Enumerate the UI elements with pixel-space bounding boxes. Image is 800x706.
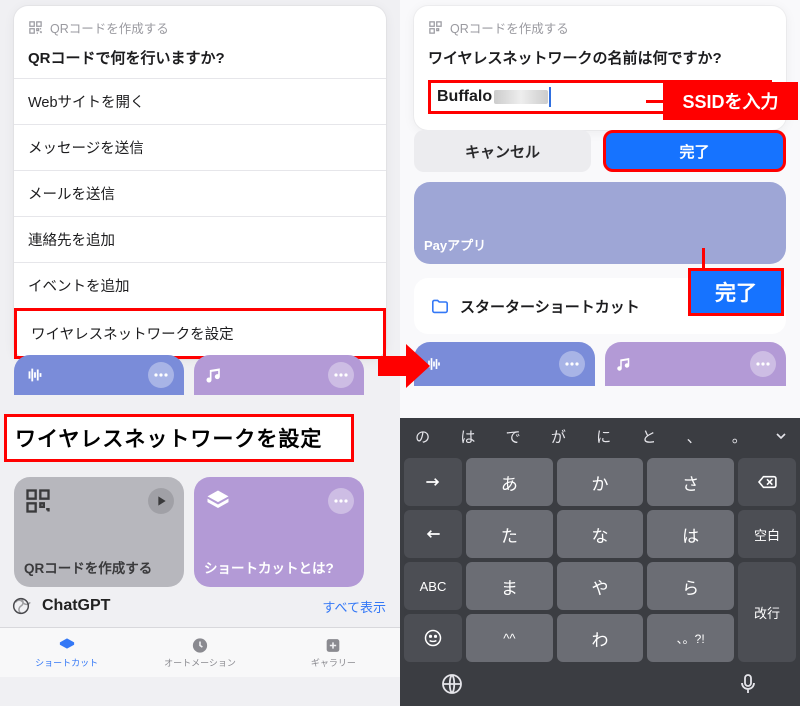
kbd-sug[interactable]: と — [626, 418, 671, 454]
dialog-title: ワイヤレスネットワークの名前は何ですか? — [428, 47, 772, 68]
shortcuts-icon — [56, 636, 78, 655]
qr-icon — [24, 487, 52, 515]
callout-connector — [702, 248, 705, 270]
obscured-text — [494, 90, 548, 104]
key-backspace[interactable] — [738, 458, 796, 506]
key[interactable]: た — [466, 510, 553, 558]
text-cursor — [549, 87, 551, 107]
key-abc[interactable]: ABC — [404, 562, 462, 610]
key[interactable]: な — [557, 510, 644, 558]
key[interactable]: あ — [466, 458, 553, 506]
see-all-link[interactable]: すべて表示 — [322, 597, 386, 616]
key[interactable]: ら — [647, 562, 734, 610]
key[interactable]: ^^ — [466, 614, 553, 662]
action-list: Webサイトを開く メッセージを送信 メールを送信 連絡先を追加 イベントを追加… — [14, 78, 386, 359]
mic-icon[interactable] — [736, 672, 760, 696]
arrow-icon — [374, 336, 434, 396]
section-label: ChatGPT — [42, 597, 312, 615]
key[interactable]: ま — [466, 562, 553, 610]
key[interactable]: か — [557, 458, 644, 506]
kbd-sug[interactable]: 。 — [717, 418, 762, 454]
input-value: Buffalo — [437, 88, 492, 106]
kbd-sug[interactable]: に — [581, 418, 626, 454]
qr-icon — [28, 20, 43, 35]
kbd-sug[interactable]: は — [445, 418, 490, 454]
play-icon — [153, 493, 169, 509]
card-peek[interactable] — [605, 342, 786, 386]
waveform-icon — [24, 364, 46, 386]
layers-icon — [204, 487, 232, 515]
tab-automation[interactable]: オートメーション — [133, 628, 266, 677]
kbd-sug[interactable]: 、 — [672, 418, 717, 454]
folder-icon — [430, 298, 450, 314]
list-item[interactable]: メールを送信 — [14, 170, 386, 216]
key[interactable]: さ — [647, 458, 734, 506]
key[interactable]: は — [647, 510, 734, 558]
card-shortcut-info[interactable]: ショートカットとは? — [194, 477, 364, 587]
qr-icon — [428, 20, 443, 35]
kbd-sug[interactable]: の — [400, 418, 445, 454]
card-peek[interactable] — [194, 355, 364, 395]
automation-icon — [189, 636, 211, 655]
card-peek[interactable] — [414, 342, 595, 386]
key[interactable]: や — [557, 562, 644, 610]
key-return[interactable]: 改行 — [738, 562, 796, 662]
cancel-button[interactable]: キャンセル — [414, 130, 591, 172]
key-emoji[interactable] — [404, 614, 462, 662]
globe-icon[interactable] — [440, 672, 464, 696]
callout-wifi-setting: ワイヤレスネットワークを設定 — [4, 414, 354, 462]
qr-dialog: QRコードを作成する QRコードで何を行いますか? Webサイトを開く メッセー… — [14, 6, 386, 359]
kbd-sug[interactable]: が — [536, 418, 581, 454]
card-qr[interactable]: QRコードを作成する — [14, 477, 184, 587]
gallery-icon — [322, 636, 344, 655]
list-item[interactable]: メッセージを送信 — [14, 124, 386, 170]
tab-shortcuts[interactable]: ショートカット — [0, 628, 133, 677]
card-peek[interactable] — [14, 355, 184, 395]
kbd-suggestions[interactable]: の は で が に と 、 。 — [400, 418, 800, 454]
music-icon — [204, 365, 224, 385]
card-label: ショートカットとは? — [204, 561, 354, 577]
chevron-down-icon[interactable] — [762, 418, 800, 454]
key-arrow[interactable] — [404, 510, 462, 558]
dialog-breadcrumb: QRコードを作成する — [450, 18, 569, 37]
key-space[interactable]: 空白 — [738, 510, 796, 558]
keyboard[interactable]: の は で が に と 、 。 あ か さ た な は 空白 ABC ま や ら… — [400, 418, 800, 706]
list-item[interactable]: Webサイトを開く — [14, 78, 386, 124]
chatgpt-section[interactable]: ChatGPT すべて表示 — [0, 589, 400, 627]
chatgpt-icon — [10, 595, 32, 617]
dialog-title: QRコードで何を行いますか? — [28, 47, 372, 68]
tab-gallery[interactable]: ギャラリー — [267, 628, 400, 677]
pay-tile[interactable]: Payアプリ — [414, 182, 786, 264]
key-arrow[interactable] — [404, 458, 462, 506]
key[interactable]: 、。?! — [647, 614, 734, 662]
dialog-breadcrumb: QRコードを作成する — [50, 18, 169, 37]
card-label: QRコードを作成する — [24, 561, 174, 577]
tab-bar: ショートカット オートメーション ギャラリー — [0, 627, 400, 677]
ssid-callout: SSIDを入力 — [663, 82, 798, 120]
list-item[interactable]: イベントを追加 — [14, 262, 386, 308]
kbd-sug[interactable]: で — [491, 418, 536, 454]
music-icon — [615, 355, 633, 373]
key[interactable]: わ — [557, 614, 644, 662]
list-item-wifi[interactable]: ワイヤレスネットワークを設定 — [14, 308, 386, 359]
done-callout: 完了 — [688, 268, 784, 316]
list-item[interactable]: 連絡先を追加 — [14, 216, 386, 262]
done-button[interactable]: 完了 — [603, 130, 786, 172]
